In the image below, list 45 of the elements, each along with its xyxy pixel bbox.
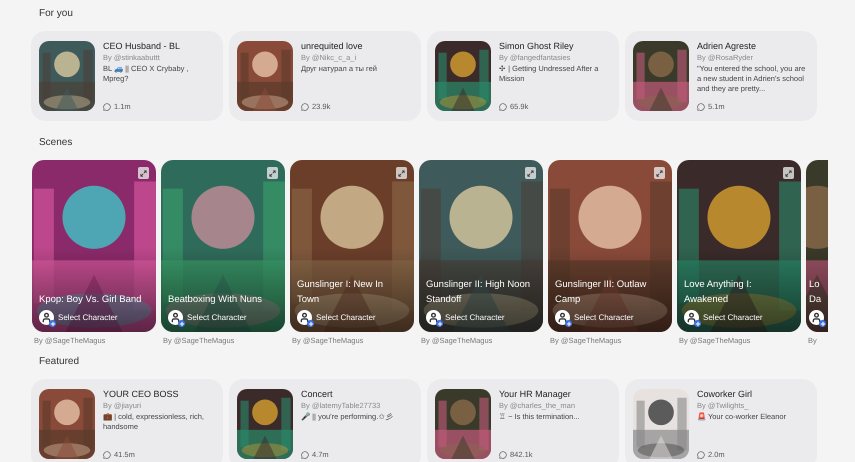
scene-card[interactable]: Gunslinger II: High Noon Standoff Select Character	[419, 160, 543, 332]
chat-bubble-icon	[697, 103, 705, 111]
chat-bubble-icon	[499, 451, 507, 460]
select-character-link[interactable]: Select Character	[316, 312, 376, 324]
character-name: Your HR Manager	[499, 388, 572, 400]
scene-title: Kpop: Boy Vs. Girl Band	[39, 293, 142, 307]
chat-bubble-icon	[103, 103, 111, 111]
chat-bubble-icon	[301, 451, 309, 460]
scene-card[interactable]: Gunslinger III: Outlaw Camp Select Character	[548, 160, 672, 332]
scene-card[interactable]: Kpop: Boy Vs. Girl Band Select Character	[32, 160, 156, 332]
chat-bubble-icon	[499, 103, 507, 111]
expand-icon[interactable]	[267, 167, 278, 179]
scene-card[interactable]: Lo Da	[806, 160, 828, 332]
scene-title: Beatboxing With Nuns	[168, 293, 263, 307]
scene-title: Lo Da	[809, 278, 822, 307]
scene-title: Love Anything I: Awakened	[684, 278, 753, 307]
expand-icon[interactable]	[138, 167, 149, 179]
select-character-link[interactable]: Select Character	[58, 312, 118, 324]
scene-title: Gunslinger II: High Noon Standoff	[426, 278, 532, 307]
character-name: Concert	[301, 388, 334, 400]
expand-icon[interactable]	[525, 167, 536, 179]
section-title: Featured	[39, 355, 80, 370]
section-title: Scenes	[39, 136, 74, 150]
scene-card[interactable]: Gunslinger I: New In Town Select Character	[290, 160, 414, 332]
chat-bubble-icon	[697, 451, 705, 460]
scene-title: Gunslinger III: Outlaw Camp	[555, 278, 648, 307]
chat-bubble-icon	[103, 451, 111, 460]
expand-icon[interactable]	[783, 167, 794, 179]
expand-icon[interactable]	[396, 167, 407, 179]
character-name: CEO Husband - BL	[103, 40, 182, 52]
expand-icon[interactable]	[654, 167, 665, 179]
scene-card[interactable]: Beatboxing With Nuns Select Character	[161, 160, 285, 332]
scene-card[interactable]: Love Anything I: Awakened Select Character	[677, 160, 801, 332]
scene-title: Gunslinger I: New In Town	[297, 278, 384, 307]
character-name: Adrien Agreste	[697, 40, 758, 52]
select-character-link[interactable]: Select Character	[703, 312, 763, 324]
character-name: Simon Ghost Riley	[499, 40, 575, 52]
select-character-link[interactable]: Select Character	[574, 312, 634, 324]
select-character-link[interactable]: Select Character	[445, 312, 505, 324]
character-name: YOUR CEO BOSS	[103, 388, 180, 400]
select-character-link[interactable]: Select Character	[187, 312, 247, 324]
section-title: For you	[39, 7, 74, 21]
chat-bubble-icon	[301, 103, 309, 111]
character-name: unrequited love	[301, 40, 364, 52]
character-name: Coworker Girl	[697, 388, 754, 400]
